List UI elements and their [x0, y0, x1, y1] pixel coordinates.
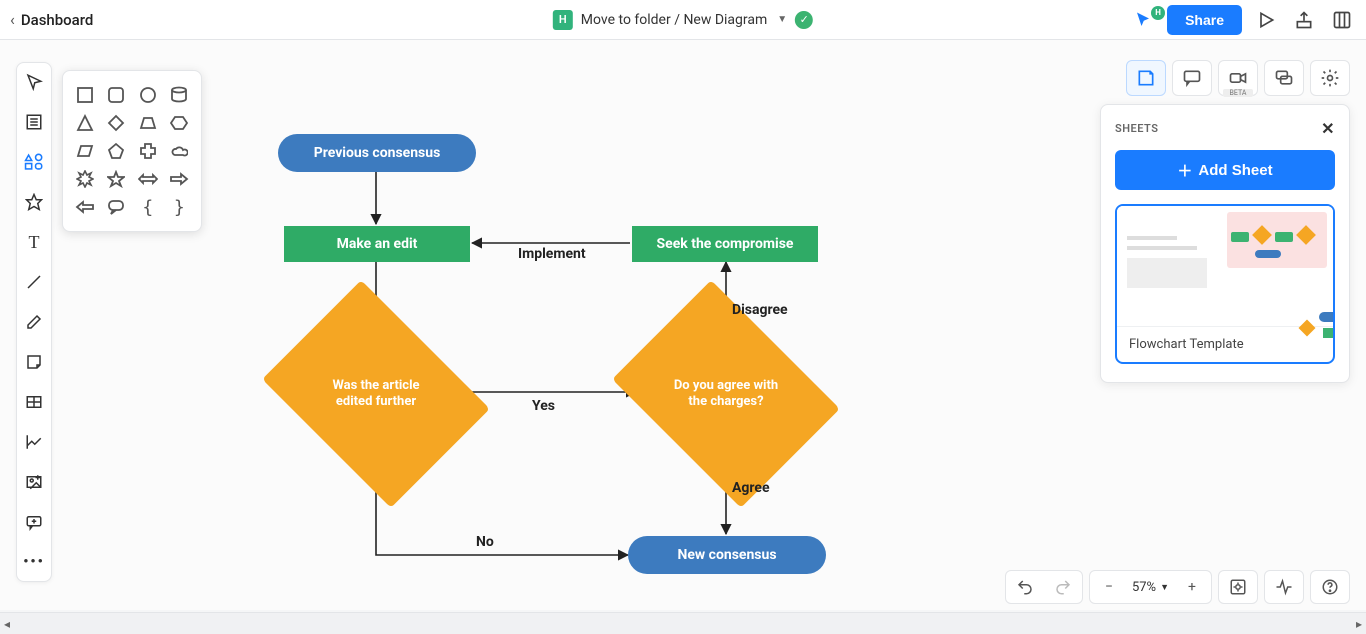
shape-cloud-icon[interactable]: [167, 139, 191, 163]
top-bar: ‹ Dashboard H Move to folder / New Diagr…: [0, 0, 1366, 40]
container-tool-icon[interactable]: [21, 109, 47, 135]
pen-tool-icon[interactable]: [21, 309, 47, 335]
shape-square-icon[interactable]: [73, 83, 97, 107]
sheets-panel-title: SHEETS: [1115, 122, 1158, 135]
add-sheet-label: Add Sheet: [1198, 162, 1272, 179]
chevron-down-icon: ▼: [1160, 582, 1169, 593]
shape-arrow-left-icon[interactable]: [73, 195, 97, 219]
shape-parallelogram-icon[interactable]: [73, 139, 97, 163]
doc-title-caret-icon[interactable]: ▼: [777, 14, 787, 25]
shape-arrow-right-icon[interactable]: [167, 167, 191, 191]
sheets-panel: SHEETS ✕ ＋ Add Sheet Flowchart Template: [1100, 104, 1350, 383]
edge-label-disagree: Disagree: [732, 302, 788, 318]
shape-hexagon-icon[interactable]: [167, 111, 191, 135]
node-previous-consensus[interactable]: Previous consensus: [278, 134, 476, 172]
text-tool-icon[interactable]: T: [21, 229, 47, 255]
present-icon[interactable]: [1252, 6, 1280, 34]
redo-icon[interactable]: [1044, 570, 1082, 604]
select-tool-icon[interactable]: [21, 69, 47, 95]
comment-tool-icon[interactable]: [21, 509, 47, 535]
focus-mode-icon[interactable]: [1219, 570, 1257, 604]
dashboard-link[interactable]: Dashboard: [21, 11, 94, 29]
shape-cylinder-icon[interactable]: [167, 83, 191, 107]
edge-label-no: No: [476, 534, 494, 550]
shape-diamond-icon[interactable]: [104, 111, 128, 135]
right-toolstrip: BETA: [1126, 60, 1350, 96]
panel-settings-icon[interactable]: [1310, 60, 1350, 96]
node-label: Seek the compromise: [657, 236, 794, 253]
add-sheet-button[interactable]: ＋ Add Sheet: [1115, 150, 1335, 190]
shape-arrow-lr-icon[interactable]: [136, 167, 160, 191]
shape-trapezoid-icon[interactable]: [136, 111, 160, 135]
image-tool-icon[interactable]: [21, 469, 47, 495]
node-was-edited[interactable]: Was the article edited further: [306, 324, 446, 464]
edge-label-agree: Agree: [732, 480, 770, 496]
close-icon[interactable]: ✕: [1321, 119, 1335, 138]
plus-icon: ＋: [1177, 160, 1192, 181]
shape-burst-icon[interactable]: [73, 167, 97, 191]
collab-cursor-icon[interactable]: H: [1129, 6, 1157, 34]
sync-status-icon: ✓: [795, 11, 813, 29]
panel-chat-icon[interactable]: [1264, 60, 1304, 96]
bottom-controls: − 57% ▼ +: [1005, 570, 1350, 604]
shape-speech-icon[interactable]: [104, 195, 128, 219]
undo-icon[interactable]: [1006, 570, 1044, 604]
shape-plus-icon[interactable]: [136, 139, 160, 163]
chart-tool-icon[interactable]: [21, 429, 47, 455]
sheet-card[interactable]: Flowchart Template: [1115, 204, 1335, 364]
shape-rounded-square-icon[interactable]: [104, 83, 128, 107]
node-label: Do you agree with the charges?: [671, 378, 781, 409]
beta-badge: BETA: [1223, 89, 1253, 97]
node-label: New consensus: [677, 547, 776, 564]
node-label: Make an edit: [337, 236, 418, 253]
sticky-note-tool-icon[interactable]: [21, 349, 47, 375]
shape-brace-right-icon[interactable]: }: [167, 195, 191, 219]
node-make-edit[interactable]: Make an edit: [284, 226, 470, 262]
node-new-consensus[interactable]: New consensus: [628, 536, 826, 574]
panel-sheets-icon[interactable]: [1126, 60, 1166, 96]
scroll-right-icon[interactable]: ▸: [1356, 617, 1362, 631]
table-tool-icon[interactable]: [21, 389, 47, 415]
sheet-thumbnail: [1117, 206, 1333, 326]
edge-label-yes: Yes: [532, 398, 555, 414]
shape-triangle-icon[interactable]: [73, 111, 97, 135]
apps-icon[interactable]: [1328, 6, 1356, 34]
shape-brace-left-icon[interactable]: {: [136, 195, 160, 219]
back-chevron-icon[interactable]: ‹: [10, 10, 15, 29]
activity-icon[interactable]: [1265, 570, 1303, 604]
doc-type-badge: H: [553, 10, 573, 30]
node-seek-compromise[interactable]: Seek the compromise: [632, 226, 818, 262]
shape-circle-icon[interactable]: [136, 83, 160, 107]
user-avatar-badge[interactable]: H: [1151, 6, 1165, 20]
line-tool-icon[interactable]: [21, 269, 47, 295]
more-tools-icon[interactable]: •••: [21, 549, 47, 575]
panel-video-icon[interactable]: BETA: [1218, 60, 1258, 96]
shapes-tool-icon[interactable]: [21, 149, 47, 175]
edge-label-implement: Implement: [518, 246, 586, 262]
help-icon[interactable]: [1311, 570, 1349, 604]
doc-title[interactable]: Move to folder / New Diagram: [581, 12, 767, 28]
shapes-flyout: { }: [62, 70, 202, 232]
share-button[interactable]: Share: [1167, 5, 1242, 35]
node-label: Previous consensus: [314, 145, 441, 162]
panel-comments-icon[interactable]: [1172, 60, 1212, 96]
star-tool-icon[interactable]: [21, 189, 47, 215]
left-toolbar: T •••: [16, 62, 52, 582]
export-icon[interactable]: [1290, 6, 1318, 34]
shape-pentagon-icon[interactable]: [104, 139, 128, 163]
horizontal-scrollbar[interactable]: ◂ ▸: [0, 612, 1366, 634]
zoom-out-icon[interactable]: −: [1090, 570, 1128, 604]
sheet-name: Flowchart Template: [1117, 326, 1333, 362]
zoom-in-icon[interactable]: +: [1173, 570, 1211, 604]
node-agree-charges[interactable]: Do you agree with the charges?: [656, 324, 796, 464]
node-label: Was the article edited further: [321, 378, 431, 409]
scroll-left-icon[interactable]: ◂: [4, 617, 10, 631]
zoom-level[interactable]: 57% ▼: [1128, 580, 1173, 595]
shape-star-icon[interactable]: [104, 167, 128, 191]
